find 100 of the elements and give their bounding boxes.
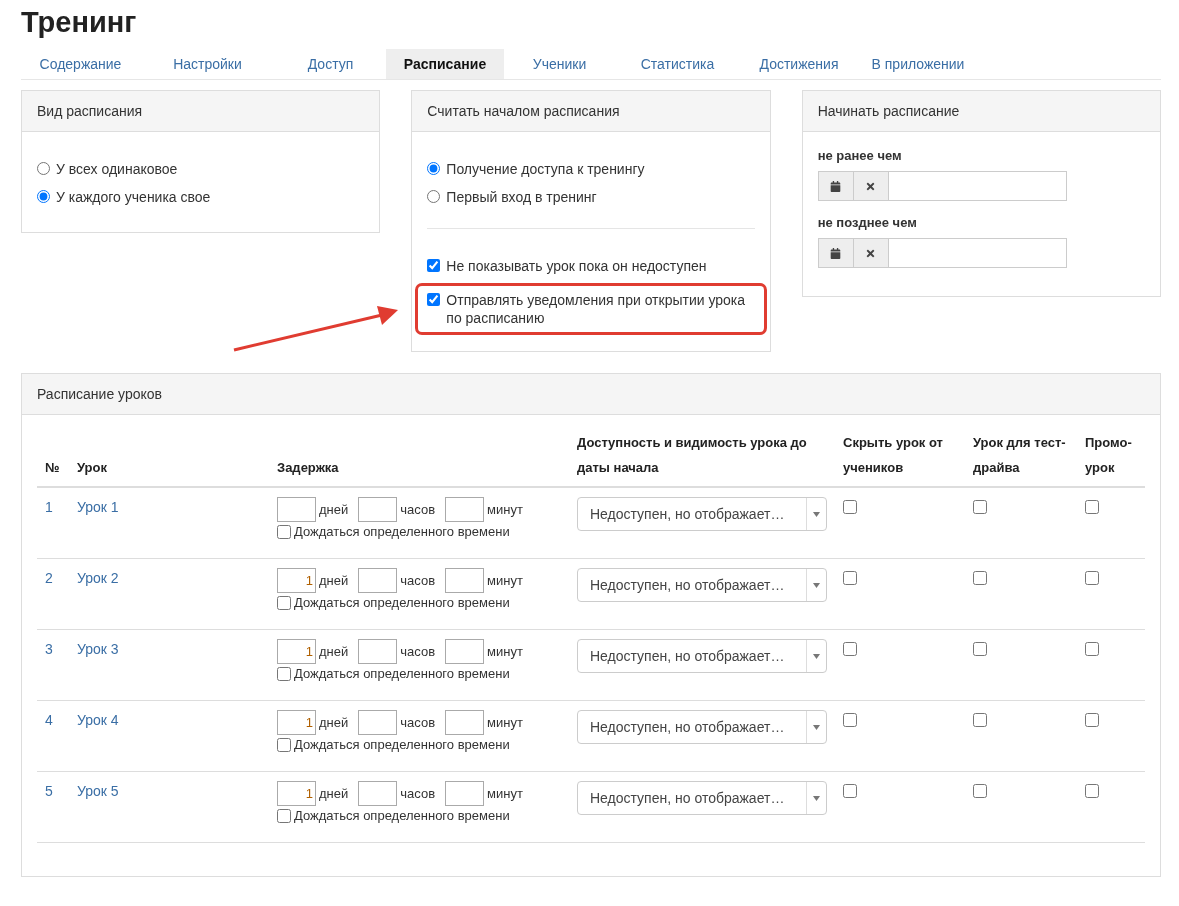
option-label: Дождаться определенного времени <box>294 737 510 752</box>
checkbox[interactable] <box>843 571 857 585</box>
checkbox[interactable] <box>427 259 441 272</box>
checkbox[interactable] <box>1085 713 1099 727</box>
tab[interactable]: Содержание <box>21 49 140 79</box>
tab[interactable]: Ученики <box>504 49 615 79</box>
date-input[interactable] <box>887 238 1067 268</box>
checkbox[interactable] <box>843 784 857 798</box>
column-header: Урок <box>77 459 108 477</box>
checkbox[interactable] <box>277 666 291 681</box>
column-header: Доступность и видимость урока до даты начала <box>577 434 808 477</box>
tab[interactable]: Доступ <box>275 49 386 79</box>
lesson-link[interactable]: Урок 4 <box>77 710 277 728</box>
checkbox[interactable] <box>277 737 291 752</box>
lesson-link[interactable]: Урок 3 <box>77 639 277 657</box>
column-header: Промо-урок <box>1085 434 1133 477</box>
clear-button[interactable] <box>852 171 889 201</box>
checkbox[interactable] <box>843 713 857 727</box>
unit-label: дней <box>319 715 349 730</box>
input-field[interactable] <box>445 639 485 664</box>
radio-button[interactable] <box>37 162 50 175</box>
checkbox[interactable] <box>1085 500 1099 514</box>
unit-label: минут <box>487 573 523 588</box>
option-label: Первый вход в тренинг <box>446 188 597 206</box>
column-header: Задержка <box>277 459 340 477</box>
checkbox[interactable] <box>277 595 291 610</box>
radio-button[interactable] <box>427 190 441 203</box>
calendar-icon <box>830 247 842 259</box>
option-label: Дождаться определенного времени <box>294 595 510 610</box>
field-label: не позднее чем <box>817 215 918 230</box>
tab[interactable]: Настройки <box>140 49 275 79</box>
calendar-icon <box>830 180 842 192</box>
checkbox[interactable] <box>973 713 987 727</box>
input-field[interactable] <box>358 781 398 806</box>
tab[interactable]: В приложении <box>858 49 978 79</box>
unit-label: часов <box>400 573 436 588</box>
unit-label: минут <box>487 715 523 730</box>
column-header: № <box>45 459 61 477</box>
input-field[interactable] <box>358 568 398 593</box>
close-icon <box>865 247 877 259</box>
input-field[interactable] <box>358 497 398 522</box>
calendar-button[interactable] <box>817 171 854 201</box>
dropdown[interactable]: Недоступен, но отображает… <box>577 497 827 531</box>
panel-header: Начинать расписание <box>802 91 1160 132</box>
unit-label: дней <box>319 502 349 517</box>
input-field[interactable] <box>358 639 398 664</box>
input-field[interactable]: 1 <box>277 568 316 593</box>
input-field[interactable]: 1 <box>277 710 316 735</box>
checkbox[interactable] <box>1085 642 1099 656</box>
checkbox[interactable] <box>1085 784 1099 798</box>
date-input[interactable] <box>887 171 1067 201</box>
checkbox[interactable] <box>973 642 987 656</box>
caret-icon <box>813 653 820 659</box>
input-field[interactable] <box>445 710 485 735</box>
caret-icon <box>813 795 820 801</box>
checkbox[interactable] <box>427 293 441 306</box>
input-field[interactable] <box>445 781 485 806</box>
radio-button[interactable] <box>427 162 441 175</box>
option-label: Дождаться определенного времени <box>294 524 510 539</box>
input-field[interactable] <box>445 568 485 593</box>
checkbox[interactable] <box>973 500 987 514</box>
input-field[interactable] <box>445 497 485 522</box>
lesson-link[interactable]: Урок 5 <box>77 781 277 799</box>
panel-header: Считать началом расписания <box>412 91 770 132</box>
dropdown[interactable]: Недоступен, но отображает… <box>577 568 827 602</box>
input-field[interactable] <box>358 710 398 735</box>
checkbox[interactable] <box>843 500 857 514</box>
panel-header: Вид расписания <box>22 91 380 132</box>
table-cell-text: 3 <box>45 640 54 659</box>
input-field[interactable]: 1 <box>277 781 316 806</box>
checkbox[interactable] <box>277 524 291 539</box>
tab[interactable]: Расписание <box>386 49 504 79</box>
option-label: Получение доступа к тренингу <box>446 160 645 178</box>
option-label: Дождаться определенного времени <box>294 666 510 681</box>
tab[interactable]: Статистика <box>615 49 740 79</box>
radio-button[interactable] <box>37 190 50 203</box>
panel-header: Расписание уроков <box>22 374 1160 415</box>
dropdown[interactable]: Недоступен, но отображает… <box>577 639 827 673</box>
tab[interactable]: Достижения <box>740 49 858 79</box>
unit-label: минут <box>487 644 523 659</box>
lesson-link[interactable]: Урок 2 <box>77 568 277 586</box>
field-label: не ранее чем <box>817 148 903 163</box>
option-label: У каждого ученика свое <box>56 188 211 206</box>
input-field[interactable] <box>277 497 316 522</box>
dropdown[interactable]: Недоступен, но отображает… <box>577 710 827 744</box>
dropdown[interactable]: Недоступен, но отображает… <box>577 781 827 815</box>
checkbox[interactable] <box>973 784 987 798</box>
clear-button[interactable] <box>852 238 889 268</box>
lesson-link[interactable]: Урок 1 <box>77 497 277 515</box>
checkbox[interactable] <box>277 808 291 823</box>
calendar-button[interactable] <box>817 238 854 268</box>
unit-label: часов <box>400 786 436 801</box>
column-header: Урок для тест-драйва <box>973 434 1067 477</box>
checkbox[interactable] <box>973 571 987 585</box>
checkbox[interactable] <box>843 642 857 656</box>
caret-icon <box>813 582 820 588</box>
unit-label: часов <box>400 502 436 517</box>
checkbox[interactable] <box>1085 571 1099 585</box>
input-field[interactable]: 1 <box>277 639 316 664</box>
table-cell-text: 2 <box>45 569 54 588</box>
